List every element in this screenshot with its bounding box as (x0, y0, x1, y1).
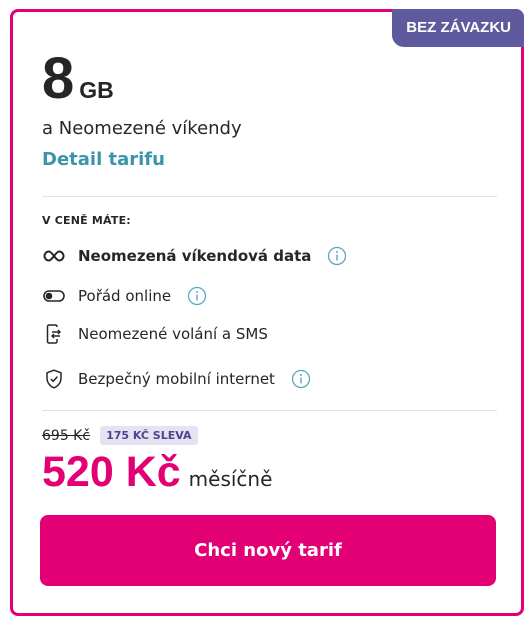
original-price: 695 Kč (42, 427, 91, 444)
feature-secure-mobile-internet: Bezpečný mobilní internet (42, 367, 311, 391)
feature-label: Pořád online (78, 287, 172, 305)
data-amount-unit: GB (79, 77, 114, 103)
divider (42, 196, 497, 197)
discount-badge: 175 KČ SLEVA (100, 426, 198, 445)
feature-always-online: Pořád online (42, 284, 207, 308)
toggle-icon (42, 284, 66, 308)
data-amount-value: 8 (42, 46, 75, 111)
feature-label: Neomezená víkendová data (78, 247, 312, 265)
info-icon[interactable] (327, 246, 347, 266)
info-icon[interactable] (187, 286, 207, 306)
no-commitment-badge: BEZ ZÁVAZKU (392, 9, 524, 47)
infinity-icon (42, 244, 66, 268)
tariff-card: BEZ ZÁVAZKU 8 GB a Neomezené víkendy Det… (10, 9, 524, 616)
feature-label: Neomezené volání a SMS (78, 325, 268, 343)
choose-tariff-button[interactable]: Chci nový tarif (40, 515, 496, 586)
price-period: měsíčně (188, 467, 273, 491)
data-allowance: 8 GB (42, 48, 114, 110)
shield-icon (42, 367, 66, 391)
feature-label: Bezpečný mobilní internet (78, 370, 275, 388)
feature-unlimited-weekend-data: Neomezená víkendová data (42, 244, 347, 268)
info-icon[interactable] (291, 369, 311, 389)
included-section-label: V CENĚ MÁTE: (42, 214, 131, 227)
phone-transfer-icon (42, 322, 66, 346)
current-price: 520 Kč (42, 448, 181, 496)
plan-subtitle: a Neomezené víkendy (42, 118, 242, 139)
divider (42, 410, 497, 411)
current-price-row: 520 Kč měsíčně (42, 448, 272, 497)
original-price-row: 695 Kč 175 KČ SLEVA (42, 426, 198, 445)
tariff-detail-link[interactable]: Detail tarifu (42, 149, 165, 170)
feature-unlimited-calls-sms: Neomezené volání a SMS (42, 322, 268, 346)
